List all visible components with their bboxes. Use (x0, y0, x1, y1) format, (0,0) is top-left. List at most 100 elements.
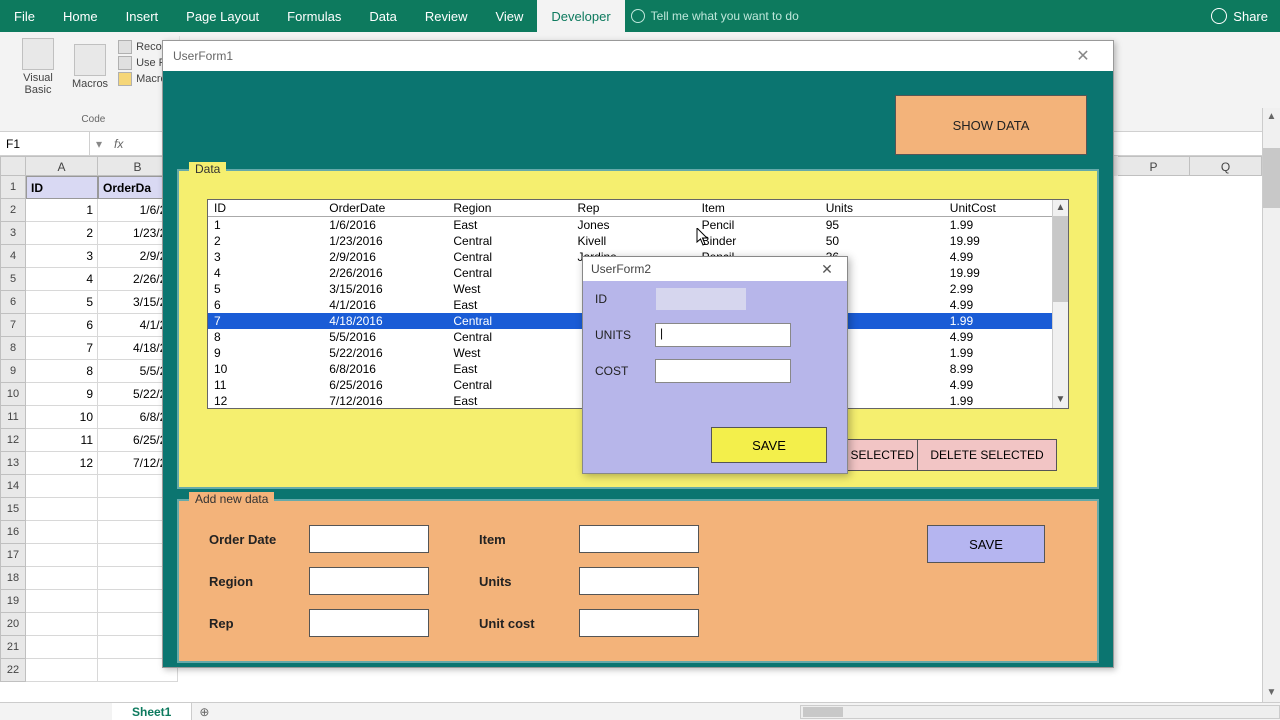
cell[interactable] (26, 613, 98, 636)
worksheet-hscroll[interactable] (800, 705, 1280, 719)
cell[interactable]: 5 (26, 291, 98, 314)
listbox-scroll-down-icon[interactable]: ▼ (1053, 392, 1068, 408)
cell[interactable] (26, 475, 98, 498)
row-header[interactable]: 4 (0, 245, 26, 268)
unit-cost-input[interactable] (579, 609, 699, 637)
cell[interactable]: 1 (26, 199, 98, 222)
visual-basic-button[interactable]: Visual Basic (14, 36, 62, 98)
row-header[interactable]: 21 (0, 636, 26, 659)
order-date-label: Order Date (209, 532, 309, 547)
tab-formulas[interactable]: Formulas (273, 0, 355, 32)
row-header[interactable]: 12 (0, 429, 26, 452)
show-data-button[interactable]: SHOW DATA (895, 95, 1087, 155)
region-label: Region (209, 574, 309, 589)
row-header[interactable]: 5 (0, 268, 26, 291)
sheet-tab-sheet1[interactable]: Sheet1 (112, 703, 192, 720)
order-date-input[interactable] (309, 525, 429, 553)
cell[interactable] (26, 590, 98, 613)
rep-label: Rep (209, 616, 309, 631)
userform1-close-button[interactable]: ✕ (1063, 41, 1103, 71)
add-sheet-button[interactable]: ⊕ (192, 705, 216, 719)
row-header[interactable]: 16 (0, 521, 26, 544)
cell[interactable]: 9 (26, 383, 98, 406)
cell[interactable] (26, 567, 98, 590)
tab-view[interactable]: View (481, 0, 537, 32)
userform1-titlebar[interactable]: UserForm1 ✕ (163, 41, 1113, 71)
cell[interactable] (26, 636, 98, 659)
row-header[interactable]: 1 (0, 176, 26, 199)
units-input[interactable] (579, 567, 699, 595)
listbox-scroll-thumb[interactable] (1053, 216, 1068, 302)
col-header-q[interactable]: Q (1190, 156, 1262, 176)
cell[interactable]: 10 (26, 406, 98, 429)
cell[interactable]: 3 (26, 245, 98, 268)
cell-header-id[interactable]: ID (26, 176, 98, 199)
row-header[interactable]: 20 (0, 613, 26, 636)
row-header[interactable]: 14 (0, 475, 26, 498)
row-header[interactable]: 9 (0, 360, 26, 383)
tab-developer[interactable]: Developer (537, 0, 624, 32)
listbox-scroll-up-icon[interactable]: ▲ (1053, 200, 1068, 216)
name-box[interactable]: F1 (0, 132, 90, 155)
userform2-titlebar[interactable]: UserForm2 ✕ (583, 257, 847, 281)
listbox-scrollbar[interactable]: ▲ ▼ (1052, 200, 1068, 408)
rep-input[interactable] (309, 609, 429, 637)
row-header[interactable]: 17 (0, 544, 26, 567)
select-all-corner[interactable] (0, 156, 26, 176)
cell[interactable] (26, 659, 98, 682)
col-header-p[interactable]: P (1118, 156, 1190, 176)
hscroll-thumb[interactable] (803, 707, 843, 717)
cell[interactable]: 11 (26, 429, 98, 452)
cell[interactable]: 12 (26, 452, 98, 475)
row-header[interactable]: 15 (0, 498, 26, 521)
scroll-down-icon[interactable]: ▼ (1263, 684, 1280, 702)
row-header[interactable]: 18 (0, 567, 26, 590)
region-input[interactable] (309, 567, 429, 595)
delete-selected-button[interactable]: DELETE SELECTED (917, 439, 1057, 471)
fx-icon[interactable]: fx (108, 137, 129, 151)
row-header[interactable]: 19 (0, 590, 26, 613)
row-header[interactable]: 7 (0, 314, 26, 337)
cell[interactable] (26, 521, 98, 544)
relrefs-icon (118, 56, 132, 70)
vb-label: Visual Basic (18, 72, 58, 96)
tab-page-layout[interactable]: Page Layout (172, 0, 273, 32)
listbox-row[interactable]: 21/23/2016CentralKivellBinder5019.99 (208, 233, 1068, 249)
userform2-close-button[interactable]: ✕ (815, 261, 839, 278)
share-button[interactable]: Share (1199, 8, 1280, 24)
listbox-row[interactable]: 11/6/2016EastJonesPencil951.99 (208, 217, 1068, 234)
row-header[interactable]: 10 (0, 383, 26, 406)
row-header[interactable]: 22 (0, 659, 26, 682)
cell[interactable]: 8 (26, 360, 98, 383)
tab-home[interactable]: Home (49, 0, 112, 32)
tab-insert[interactable]: Insert (112, 0, 173, 32)
row-header[interactable]: 11 (0, 406, 26, 429)
tab-data[interactable]: Data (355, 0, 410, 32)
row-header[interactable]: 13 (0, 452, 26, 475)
namebox-dropdown-icon[interactable]: ▾ (90, 137, 108, 151)
tab-file[interactable]: File (0, 0, 49, 32)
cell[interactable]: 6 (26, 314, 98, 337)
cell[interactable]: 7 (26, 337, 98, 360)
uf2-cost-input[interactable] (655, 359, 791, 383)
vscroll-thumb[interactable] (1263, 148, 1280, 208)
macros-label: Macros (72, 78, 108, 90)
item-input[interactable] (579, 525, 699, 553)
add-save-button[interactable]: SAVE (927, 525, 1045, 563)
row-header[interactable]: 2 (0, 199, 26, 222)
tell-me-search[interactable]: Tell me what you want to do (631, 9, 799, 23)
scroll-up-icon[interactable]: ▲ (1263, 108, 1280, 126)
cell[interactable] (26, 544, 98, 567)
tab-review[interactable]: Review (411, 0, 482, 32)
row-header[interactable]: 3 (0, 222, 26, 245)
worksheet-vscroll[interactable]: ▲ ▼ (1262, 108, 1280, 702)
row-header[interactable]: 6 (0, 291, 26, 314)
cell[interactable]: 2 (26, 222, 98, 245)
macros-button[interactable]: Macros (68, 36, 112, 98)
cell[interactable] (26, 498, 98, 521)
uf2-units-input[interactable] (655, 323, 791, 347)
cell[interactable]: 4 (26, 268, 98, 291)
uf2-save-button[interactable]: SAVE (711, 427, 827, 463)
col-header-a[interactable]: A (26, 156, 98, 176)
row-header[interactable]: 8 (0, 337, 26, 360)
